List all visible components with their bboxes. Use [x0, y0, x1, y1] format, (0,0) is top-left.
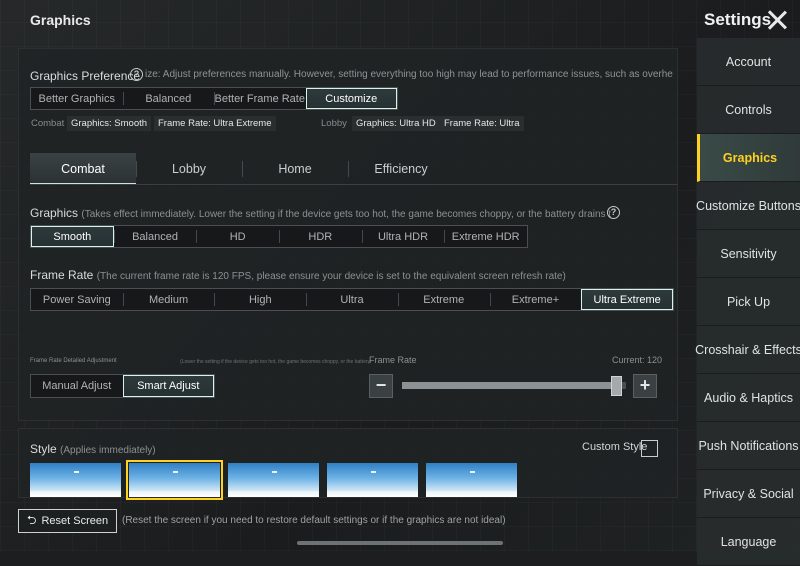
graphics-hint: (Takes effect immediately. Lower the set… [81, 209, 612, 220]
style-label-text: Style [30, 442, 57, 456]
preference-label: Graphics Preference [30, 69, 141, 83]
frame-rate-label: Frame Rate (The current frame rate is 12… [30, 268, 657, 282]
adjust-option-manual-adjust[interactable]: Manual Adjust [31, 375, 123, 397]
style-thumbnail[interactable] [426, 463, 517, 497]
frame-rate-option-medium[interactable]: Medium [122, 289, 215, 310]
slider-thumb[interactable] [610, 376, 622, 396]
style-thumbnail[interactable] [228, 463, 319, 497]
combat-graphics-tag: Graphics: Smooth [67, 116, 152, 131]
increase-button[interactable]: + [633, 374, 657, 398]
sidebar-item-sensitivity[interactable]: Sensitivity [697, 230, 800, 278]
tab-divider [30, 184, 678, 185]
sidebar-item-language[interactable]: Language [697, 518, 800, 566]
close-icon[interactable] [766, 9, 788, 31]
page-title: Graphics [30, 12, 91, 28]
slider-title: Frame Rate [369, 355, 417, 365]
style-thumbnail[interactable] [126, 460, 223, 500]
sidebar-item-crosshair-effects[interactable]: Crosshair & Effects [695, 326, 800, 374]
undo-icon: ⮌ [26, 512, 37, 527]
frame-rate-label-text: Frame Rate [30, 268, 94, 282]
frame-rate-slider-track[interactable] [402, 382, 626, 389]
frame-rate-selector: Power Saving Medium High Ultra Extreme Extrem… [30, 288, 674, 311]
tab-combat[interactable]: Combat [30, 153, 136, 185]
lobby-frame-rate-tag: Frame Rate: Ultra [440, 116, 524, 131]
combat-summary-label: Combat [31, 118, 65, 129]
frame-rate-adjust-hint: (Lower the setting if the device gets to… [180, 359, 370, 365]
plane-icon [74, 471, 79, 473]
graphics-option-hd[interactable]: HD [196, 226, 279, 247]
graphics-option-smooth[interactable]: Smooth [31, 226, 114, 247]
lobby-graphics-tag: Graphics: Ultra HD [352, 116, 440, 131]
reset-note: (Reset the screen if you need to restore… [122, 515, 506, 526]
tab-lobby[interactable]: Lobby [136, 153, 242, 185]
frame-rate-option-ultra-extreme[interactable]: Ultra Extreme [581, 289, 674, 310]
preference-option-better-graphics[interactable]: Better Graphics [31, 88, 123, 109]
frame-rate-option-extreme[interactable]: Extreme [397, 289, 490, 310]
plane-icon [272, 471, 277, 473]
tab-efficiency[interactable]: Efficiency [348, 153, 454, 185]
decrease-button[interactable]: − [369, 374, 393, 398]
preference-description: ize: Adjust preferences manually. Howeve… [145, 69, 673, 80]
style-thumbnails [30, 460, 517, 500]
sidebar-item-privacy-social[interactable]: Privacy & Social [697, 470, 800, 518]
graphics-label: Graphics (Takes effect immediately. Lowe… [30, 206, 611, 220]
reset-screen-button[interactable]: ⮌ Reset Screen [18, 509, 117, 533]
sidebar-item-pick-up[interactable]: Pick Up [697, 278, 800, 326]
top-bar: Graphics Settings [0, 0, 800, 42]
frame-rate-option-power-saving[interactable]: Power Saving [31, 289, 123, 310]
help-icon[interactable]: ? [130, 68, 143, 81]
graphics-help-icon[interactable]: ? [607, 206, 620, 219]
frame-rate-option-ultra[interactable]: Ultra [306, 289, 398, 310]
preference-option-customize[interactable]: Customize [305, 88, 397, 109]
home-indicator [297, 541, 503, 545]
graphics-option-extreme-hdr[interactable]: Extreme HDR [444, 226, 527, 247]
plane-icon [371, 471, 376, 473]
combat-frame-rate-tag: Frame Rate: Ultra Extreme [154, 116, 276, 131]
lobby-summary-label: Lobby [321, 118, 347, 129]
mode-tabs: Combat Lobby Home Efficiency [30, 153, 454, 185]
custom-style-checkbox[interactable] [641, 440, 658, 457]
style-thumbnail[interactable] [30, 463, 121, 497]
plane-icon [470, 471, 475, 473]
style-hint: (Applies immediately) [60, 445, 156, 456]
preference-selector: Better Graphics Balanced Better Frame Rate… [30, 87, 398, 110]
graphics-quality-selector: Smooth Balanced HD HDR Ultra HDR Extreme HDR [30, 225, 528, 248]
sidebar-item-customize-buttons[interactable]: Customize Buttons [696, 182, 800, 230]
frame-rate-hint: (The current frame rate is 120 FPS, plea… [96, 271, 566, 282]
frame-rate-option-extreme[interactable]: Extreme+ [489, 289, 582, 310]
sidebar-item-graphics[interactable]: Graphics [697, 134, 800, 182]
graphics-label-text: Graphics [30, 206, 79, 220]
reset-screen-label: Reset Screen [41, 515, 109, 527]
settings-sidebar: Account Controls Graphics Customize Buttons… [695, 38, 800, 566]
slider-fill [402, 382, 622, 389]
tab-home[interactable]: Home [242, 153, 348, 185]
graphics-option-ultra-hdr[interactable]: Ultra HDR [361, 226, 445, 247]
custom-style-label: Custom Style [582, 441, 648, 453]
settings-title: Settings [704, 10, 772, 29]
frame-rate-adjust-selector: Manual Adjust Smart Adjust [30, 374, 215, 398]
graphics-option-balanced[interactable]: Balanced [113, 226, 197, 247]
sidebar-item-controls[interactable]: Controls [697, 86, 800, 134]
frame-rate-adjust-label: Frame Rate Detailed Adjustment [30, 358, 117, 364]
preference-option-balanced[interactable]: Balanced [122, 88, 215, 109]
sidebar-item-account[interactable]: Account [697, 38, 800, 86]
style-thumbnail[interactable] [327, 463, 418, 497]
current-frame-rate: Current: 120 [612, 355, 663, 365]
preference-option-better-frame-rate[interactable]: Better Frame Rate [214, 88, 306, 109]
frame-rate-option-high[interactable]: High [214, 289, 306, 310]
sidebar-item-audio-haptics[interactable]: Audio & Haptics [697, 374, 800, 422]
sidebar-item-push-notifications[interactable]: Push Notifications [697, 422, 800, 470]
style-label: Style (Applies immediately) [30, 442, 156, 456]
adjust-option-smart-adjust[interactable]: Smart Adjust [122, 375, 214, 397]
plane-icon [173, 471, 178, 473]
graphics-option-hdr[interactable]: HDR [279, 226, 362, 247]
